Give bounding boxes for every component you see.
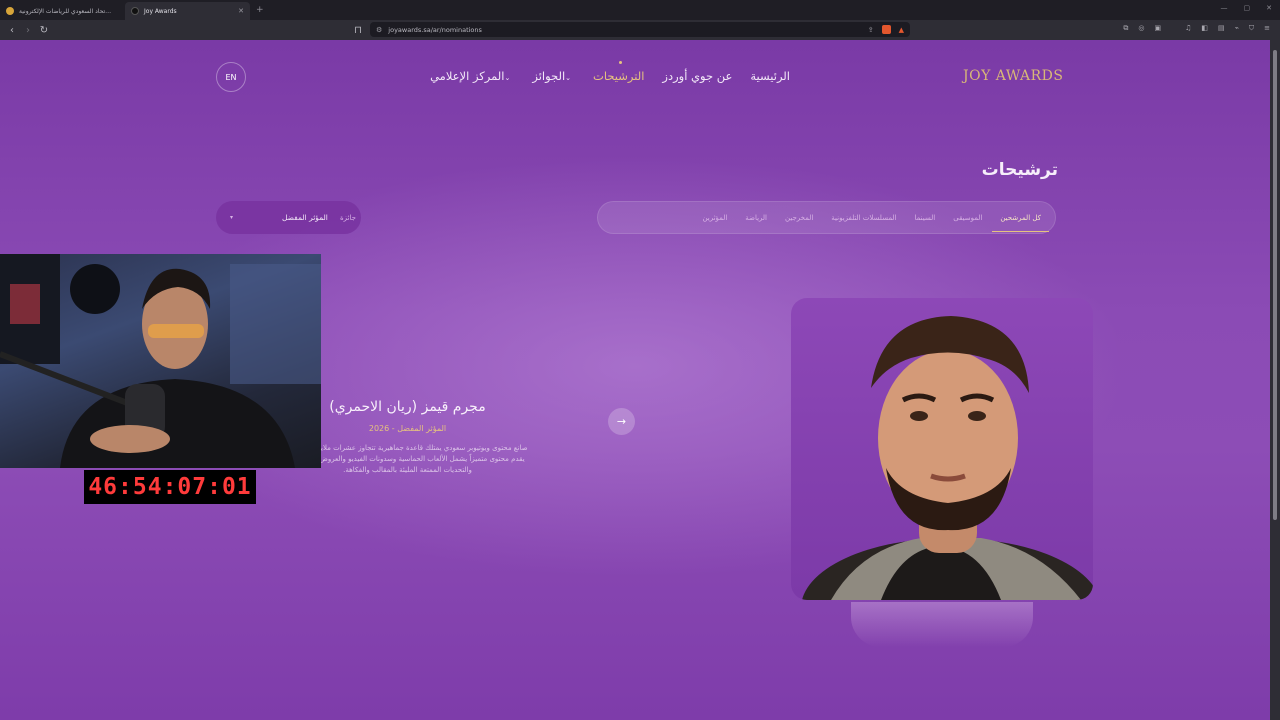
tab-tv-series[interactable]: المسلسلات التلفزيونية [831,214,896,222]
new-tab-icon[interactable]: + [256,5,264,15]
nav-label: المركز الإعلامي [430,69,505,83]
tab-favicon-icon [131,7,139,15]
rewards-icon[interactable]: ▲ [899,26,904,34]
tab-favicon-icon [6,7,14,15]
site-info-icon[interactable]: ⚙ [376,26,382,34]
menu-icon[interactable]: ≡ [1264,24,1270,33]
browser-tab-1[interactable]: جوائز الاتحاد السعودي للرياضات الإلكترون… [0,2,125,20]
close-window-icon[interactable]: ✕ [1266,4,1272,12]
browser-tab-2[interactable]: Joy Awards ✕ [125,2,250,20]
extensions-bar: ⧉ ◎ ▣ ♫ ◧ ▤ ⌁ ⛉ ≡ [1123,24,1270,33]
chevron-down-icon: ▾ [230,214,234,221]
nav-item-home[interactable]: الرئيسية [750,69,790,83]
back-icon[interactable]: ‹ [4,25,20,36]
browser-toolbar: ‹ › ↻ ⊓ ⚙ joyawards.sa/ar/nominations ⇪ … [0,20,1280,40]
tab-influencers[interactable]: المؤثرين [702,214,727,222]
tab-sports[interactable]: الرياضة [745,214,767,222]
wallet-icon[interactable]: ▤ [1218,24,1225,33]
extension-icon[interactable]: ⧉ [1123,24,1128,33]
next-nominee-button[interactable]: → [608,408,635,435]
page-scrollbar[interactable] [1270,40,1280,720]
bookmark-icon[interactable]: ⊓ [350,25,366,36]
extension-icon[interactable]: ▣ [1155,24,1162,33]
window-controls: — ▢ ✕ [1221,4,1273,12]
language-toggle-button[interactable]: EN [216,62,246,92]
close-icon[interactable]: ✕ [238,7,244,15]
nominee-category-year: المؤثر المفضل - 2026 [368,424,447,433]
webcam-overlay [0,254,321,468]
tab-directors[interactable]: المخرجين [785,214,813,222]
media-icon[interactable]: ♫ [1185,24,1191,33]
maximize-icon[interactable]: ▢ [1244,4,1251,12]
extension-icon[interactable]: ◎ [1138,24,1144,33]
arrow-right-icon: → [616,415,627,428]
nav-item-awards[interactable]: الجوائز⌄ [532,69,575,83]
chevron-down-icon: ⌄ [565,74,572,82]
nav-item-nominations[interactable]: الترشيحات [593,61,644,83]
sidebar-icon[interactable]: ◧ [1201,24,1208,33]
share-icon[interactable]: ⇪ [868,26,874,34]
nav-item-about[interactable]: عن جوي أوردز [662,69,732,83]
chevron-down-icon: ⌄ [504,74,511,82]
photo-reflection [851,602,1033,647]
tab-cinema[interactable]: السينما [915,214,936,222]
award-select[interactable]: جائزة المؤثر المفضل ▾ [216,201,361,234]
page-title: ترشيحات [981,160,1058,180]
nominee-portrait-icon [802,316,1093,600]
streamer-camera-icon [0,254,321,468]
browser-tabbar: جوائز الاتحاد السعودي للرياضات الإلكترون… [0,0,1280,20]
award-select-label: جائزة [340,213,356,222]
stream-timer: 46:54:07:01 [84,470,256,504]
award-select-value: المؤثر المفضل [282,213,328,222]
tab-title: جوائز الاتحاد السعودي للرياضات الإلكترون… [19,7,114,15]
brave-shield-icon[interactable] [881,25,891,34]
site-logo[interactable]: JOY AWARDS [963,68,1063,84]
tab-title: Joy Awards [144,7,177,15]
minimize-icon[interactable]: — [1221,4,1228,12]
nominee-name: مجرم قيمز (ريان الاحمري) [329,399,486,415]
reload-icon[interactable]: ↻ [36,25,52,36]
category-tabs: كل المرشحين الموسيقى السينما المسلسلات ا… [597,201,1056,234]
tab-all-nominees[interactable]: كل المرشحين [992,214,1049,232]
nominee-description: صانع محتوى ويوتيوبر سعودي يمتلك قاعدة جم… [287,444,528,474]
nominee-info: مجرم قيمز (ريان الاحمري) المؤثر المفضل -… [285,398,530,476]
address-bar[interactable]: ⚙ joyawards.sa/ar/nominations ⇪ ▲ [370,22,910,37]
vpn-icon[interactable]: ⌁ [1235,24,1239,33]
main-nav: الرئيسية عن جوي أوردز الترشيحات الجوائز⌄… [420,61,790,83]
forward-icon[interactable]: › [20,25,36,36]
url-text[interactable]: joyawards.sa/ar/nominations [388,26,482,34]
tab-music[interactable]: الموسيقى [953,214,982,222]
nav-label: الجوائز [532,69,566,83]
nav-item-media-center[interactable]: المركز الإعلامي⌄ [430,69,514,83]
shield-icon[interactable]: ⛉ [1249,24,1254,33]
nominee-photo [791,298,1093,600]
scrollbar-thumb[interactable] [1273,50,1277,520]
